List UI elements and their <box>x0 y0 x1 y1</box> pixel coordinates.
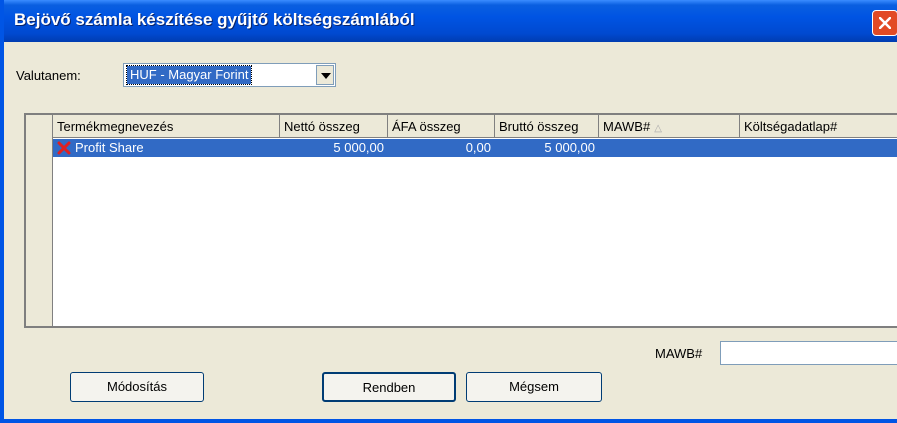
row-indicator-column <box>26 115 53 326</box>
close-icon <box>879 17 891 29</box>
cell-net-amount: 5 000,00 <box>333 140 384 155</box>
close-button[interactable] <box>872 10 897 36</box>
items-grid[interactable]: Termékmegnevezés Nettó összeg ÁFA összeg… <box>24 113 897 328</box>
delete-row-icon[interactable] <box>57 141 71 155</box>
currency-label: Valutanem: <box>16 68 81 83</box>
column-header-net-amount[interactable]: Nettó összeg <box>280 115 388 138</box>
sort-ascending-icon: △ <box>654 123 662 134</box>
window-title: Bejövő számla készítése gyűjtő költségsz… <box>14 10 415 29</box>
ok-button[interactable]: Rendben <box>322 372 456 402</box>
cancel-button[interactable]: Mégsem <box>466 372 602 402</box>
cell-vat-amount: 0,00 <box>465 140 491 155</box>
column-header-vat-amount[interactable]: ÁFA összeg <box>388 115 495 138</box>
column-header-mawb[interactable]: MAWB# △ <box>599 115 740 138</box>
dialog-window: Bejövő számla készítése gyűjtő költségsz… <box>0 0 897 423</box>
currency-select[interactable]: HUF - Magyar Forint <box>123 63 336 87</box>
mawb-label: MAWB# <box>655 346 703 361</box>
chevron-down-icon[interactable] <box>316 65 334 85</box>
cell-product-name: Profit Share <box>75 140 144 155</box>
grid-header: Termékmegnevezés Nettó összeg ÁFA összeg… <box>53 115 897 138</box>
currency-selected-value: HUF - Magyar Forint <box>125 65 253 85</box>
column-header-product-name[interactable]: Termékmegnevezés <box>53 115 280 138</box>
table-row[interactable]: Profit Share 5 000,00 0,00 5 000,00 <box>53 139 897 157</box>
column-header-cost-sheet[interactable]: Költségadatlap# <box>740 115 897 138</box>
mawb-input[interactable] <box>720 341 897 365</box>
column-header-gross-amount[interactable]: Bruttó összeg <box>495 115 599 138</box>
modify-button[interactable]: Módosítás <box>70 372 204 402</box>
cell-gross-amount: 5 000,00 <box>544 140 595 155</box>
title-bar[interactable]: Bejövő számla készítése gyűjtő költségsz… <box>4 0 897 42</box>
